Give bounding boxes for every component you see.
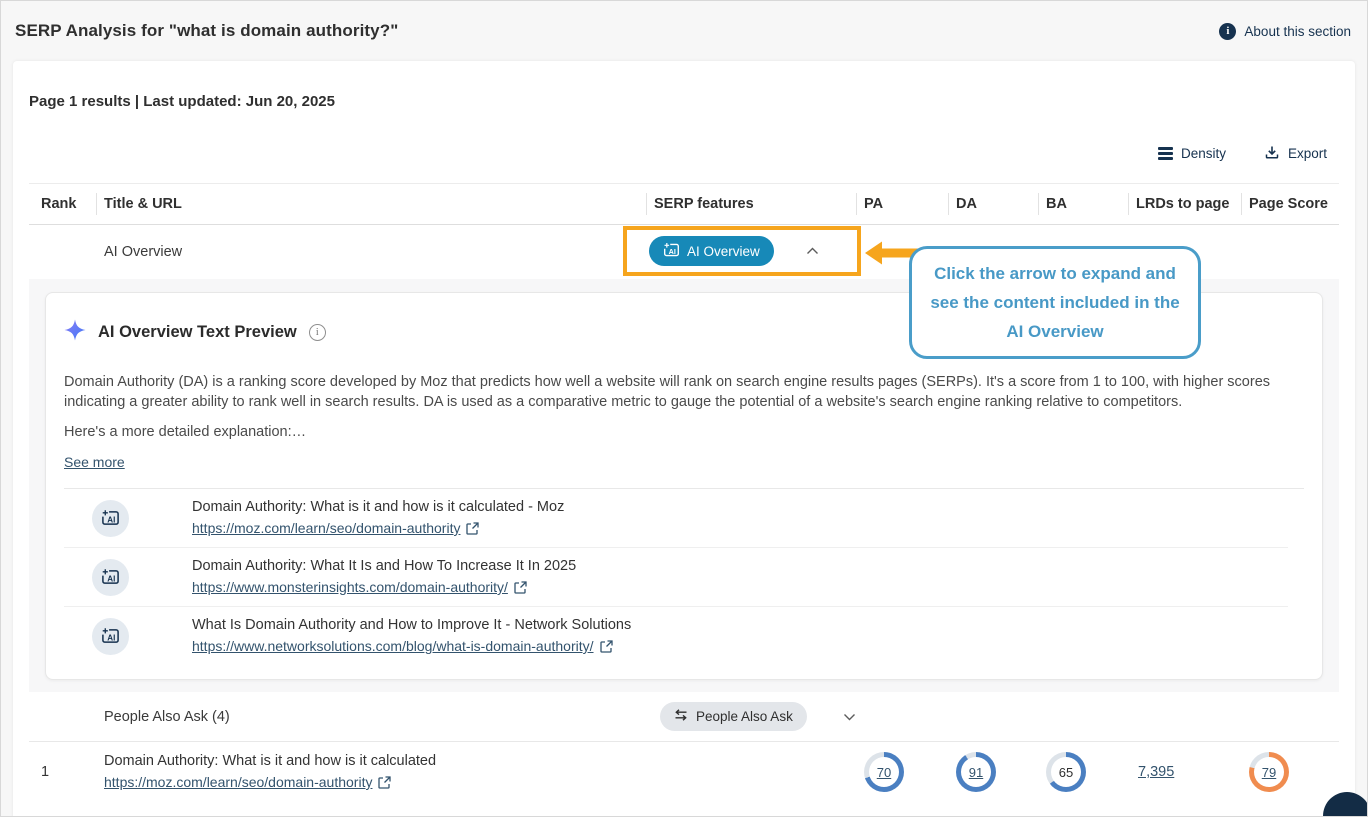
source-link[interactable]: https://www.monsterinsights.com/domain-a…: [192, 577, 508, 598]
result-row: 1 Domain Authority: What is it and how i…: [29, 742, 1339, 807]
serp-analysis-page: SERP Analysis for "what is domain author…: [0, 0, 1368, 817]
results-info: Page 1 results | Last updated: Jun 20, 2…: [29, 93, 1339, 110]
page-score-donut: 79: [1249, 752, 1289, 792]
pa-score-donut: 70: [864, 752, 904, 792]
source-title: Domain Authority: What is it and how is …: [192, 497, 564, 518]
result-title: Domain Authority: What is it and how is …: [104, 751, 646, 772]
ai-source-row: AI Domain Authority: What It Is and How …: [64, 548, 1288, 607]
preview-title: AI Overview Text Preview: [98, 323, 297, 342]
ai-overview-pill-label: AI Overview: [687, 244, 760, 259]
ai-source-row: AI Domain Authority: What is it and how …: [64, 489, 1288, 548]
export-button[interactable]: Export: [1264, 144, 1327, 163]
page-header: SERP Analysis for "what is domain author…: [1, 1, 1367, 57]
about-label: About this section: [1244, 24, 1351, 39]
ai-overview-icon: AI: [663, 242, 680, 261]
export-label: Export: [1288, 146, 1327, 161]
source-title: What Is Domain Authority and How to Impr…: [192, 615, 631, 636]
lrds-link[interactable]: 7,395: [1128, 764, 1174, 780]
info-icon: i: [1219, 23, 1236, 40]
preview-paragraph: Domain Authority (DA) is a ranking score…: [64, 372, 1288, 412]
expand-collapse-toggle[interactable]: [843, 713, 856, 721]
people-also-ask-row: People Also Ask (4) People Also Ask: [29, 692, 1339, 742]
page-title: SERP Analysis for "what is domain author…: [15, 21, 398, 41]
tutorial-callout-text: Click the arrow to expand and see the co…: [926, 259, 1184, 346]
col-da: DA: [948, 184, 1038, 224]
table-toolbar: Density Export: [29, 144, 1339, 163]
col-title-url: Title & URL: [96, 184, 646, 224]
source-title: Domain Authority: What It Is and How To …: [192, 556, 576, 577]
table-header: Rank Title & URL SERP features PA DA BA …: [29, 183, 1339, 225]
ba-score-value: 65: [1059, 765, 1073, 780]
tutorial-highlight-box: AI AI Overview: [623, 226, 861, 276]
external-link-icon: [514, 581, 527, 594]
col-page-score: Page Score: [1241, 184, 1339, 224]
sparkle-icon: [64, 319, 86, 346]
ba-score-donut: 65: [1046, 752, 1086, 792]
about-this-section-button[interactable]: i About this section: [1219, 23, 1351, 40]
svg-text:AI: AI: [669, 246, 676, 255]
col-lrds: LRDs to page: [1128, 184, 1241, 224]
people-also-ask-feature-pill[interactable]: People Also Ask: [660, 702, 807, 731]
col-ba: BA: [1038, 184, 1128, 224]
ai-source-row: AI What Is Domain Authority and How to I…: [64, 607, 1288, 665]
external-link-icon: [466, 522, 479, 535]
ai-overview-row-label: AI Overview: [96, 244, 646, 260]
paa-pill-label: People Also Ask: [696, 709, 793, 724]
paa-row-label: People Also Ask (4): [96, 709, 646, 725]
source-link[interactable]: https://moz.com/learn/seo/domain-authori…: [192, 518, 460, 539]
external-link-icon: [378, 776, 391, 789]
col-serp-features: SERP features: [646, 184, 856, 224]
density-button[interactable]: Density: [1158, 145, 1226, 162]
result-link[interactable]: https://moz.com/learn/seo/domain-authori…: [104, 772, 372, 793]
ai-overview-icon: AI: [92, 618, 129, 655]
svg-text:AI: AI: [107, 633, 115, 642]
see-more-link[interactable]: See more: [64, 454, 125, 470]
expand-collapse-toggle[interactable]: [806, 247, 819, 255]
density-label: Density: [1181, 146, 1226, 161]
ai-overview-feature-pill[interactable]: AI AI Overview: [649, 236, 774, 266]
chevron-down-icon: [843, 713, 856, 721]
svg-text:AI: AI: [107, 574, 115, 583]
tutorial-callout-bubble: Click the arrow to expand and see the co…: [909, 246, 1201, 359]
density-bars-icon: [1158, 145, 1173, 162]
info-icon[interactable]: i: [309, 324, 326, 341]
download-icon: [1264, 144, 1280, 163]
ai-overview-icon: AI: [92, 500, 129, 537]
ai-overview-icon: AI: [92, 559, 129, 596]
results-card: Page 1 results | Last updated: Jun 20, 2…: [13, 61, 1355, 817]
result-rank: 1: [29, 764, 96, 780]
swap-arrows-icon: [674, 709, 688, 724]
da-score-link[interactable]: 91: [969, 765, 983, 780]
external-link-icon: [600, 640, 613, 653]
chevron-up-icon: [806, 247, 819, 255]
da-score-donut: 91: [956, 752, 996, 792]
pa-score-link[interactable]: 70: [877, 765, 891, 780]
page-score-link[interactable]: 79: [1262, 765, 1276, 780]
preview-more-line: Here's a more detailed explanation:…: [64, 424, 1288, 440]
col-pa: PA: [856, 184, 948, 224]
source-link[interactable]: https://www.networksolutions.com/blog/wh…: [192, 636, 594, 657]
svg-text:AI: AI: [107, 515, 115, 524]
col-rank: Rank: [29, 184, 96, 224]
